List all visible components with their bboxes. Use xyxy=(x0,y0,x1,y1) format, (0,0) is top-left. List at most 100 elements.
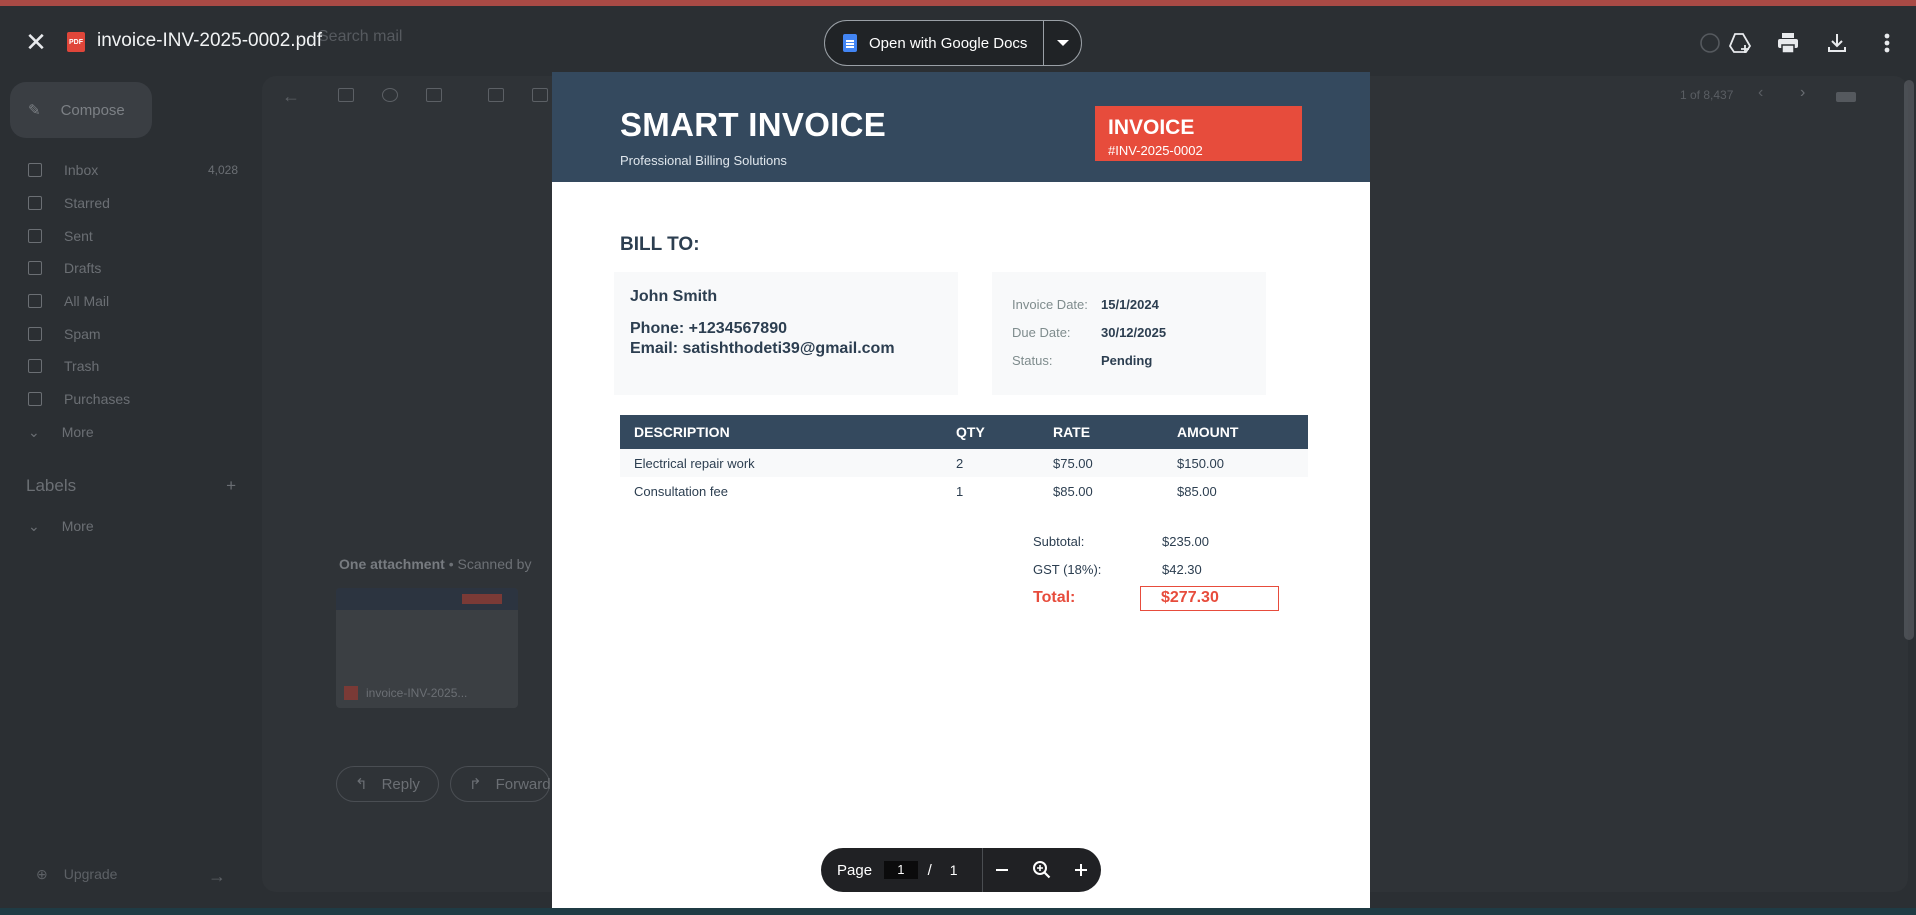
invoice-tagline: Professional Billing Solutions xyxy=(620,153,787,168)
trash-icon xyxy=(28,359,42,373)
add-to-drive-icon[interactable] xyxy=(1727,30,1753,56)
gst-row: GST (18%): $42.30 xyxy=(1033,561,1202,577)
total-row: Total: $277.30 xyxy=(1033,583,1308,613)
archive-icon[interactable] xyxy=(338,88,354,102)
chevron-down-icon: ⌄ xyxy=(28,423,40,440)
sidebar-item-drafts[interactable]: Drafts xyxy=(28,256,238,280)
add-label-icon[interactable]: + xyxy=(226,476,236,496)
pencil-icon: ✎ xyxy=(28,102,41,119)
customer-box: John Smith Phone: +1234567890 Email: sat… xyxy=(614,272,958,395)
draft-icon xyxy=(28,261,42,275)
page-total: 1 xyxy=(949,862,958,878)
attachment-thumbnail[interactable]: invoice-INV-2025... xyxy=(336,588,518,708)
delete-icon[interactable] xyxy=(426,88,442,102)
sidebar-item-trash[interactable]: Trash xyxy=(28,354,238,378)
help-icon[interactable] xyxy=(1697,30,1723,56)
column-qty: QTY xyxy=(956,424,985,440)
arrow-right-icon: → xyxy=(208,866,226,886)
column-amount: AMOUNT xyxy=(1177,424,1239,440)
keyboard-icon[interactable] xyxy=(1836,92,1856,102)
open-with-label: Open with Google Docs xyxy=(869,34,1028,52)
move-icon[interactable] xyxy=(532,88,548,102)
customer-name: John Smith xyxy=(630,288,718,305)
invoice-number: #INV-2025-0002 xyxy=(1108,143,1203,158)
pdf-page: SMART INVOICE Professional Billing Solut… xyxy=(552,72,1370,908)
upgrade-button[interactable]: ⊕ Upgrade → xyxy=(36,866,226,887)
table-row: Electrical repair work 2 $75.00 $150.00 xyxy=(620,449,1308,477)
open-with-google-docs-button[interactable]: Open with Google Docs xyxy=(825,21,1043,65)
sidebar-item-starred[interactable]: Starred xyxy=(28,191,238,215)
older-icon[interactable]: ‹ xyxy=(1758,84,1763,102)
caret-down-icon xyxy=(1056,40,1069,46)
subtotal-row: Subtotal: $235.00 xyxy=(1033,533,1209,549)
page-number-input[interactable]: 1 xyxy=(884,861,918,879)
labels-more[interactable]: ⌄ More xyxy=(28,514,238,538)
download-icon[interactable] xyxy=(1824,30,1850,56)
invoice-tag: INVOICE #INV-2025-0002 xyxy=(1095,106,1302,161)
back-arrow-icon[interactable]: ← xyxy=(282,86,300,107)
sidebar-item-more[interactable]: ⌄ More xyxy=(28,420,238,444)
open-with-dropdown[interactable] xyxy=(1044,21,1081,65)
compose-button[interactable]: ✎ Compose xyxy=(10,82,152,138)
table-header: DESCRIPTION QTY RATE AMOUNT xyxy=(620,415,1308,449)
plus-icon xyxy=(1075,864,1088,876)
newer-icon[interactable]: › xyxy=(1800,84,1805,102)
page-label: Page xyxy=(837,861,873,879)
sidebar-item-sent[interactable]: Sent xyxy=(28,224,238,248)
bill-to-heading: BILL TO: xyxy=(620,234,700,255)
meta-row-invoice-date: Invoice Date: 15/1/2024 xyxy=(1012,296,1159,312)
more-options-icon[interactable] xyxy=(1874,30,1900,56)
sidebar-item-spam[interactable]: Spam xyxy=(28,322,238,346)
zoom-reset-button[interactable] xyxy=(1022,848,1061,892)
reply-icon: ↰ xyxy=(355,776,368,793)
zoom-out-button[interactable] xyxy=(983,848,1022,892)
open-with-button-group: Open with Google Docs xyxy=(824,20,1082,66)
pagination-text: 1 of 8,437 xyxy=(1680,88,1734,102)
sidebar-item-purchases[interactable]: Purchases xyxy=(28,387,238,411)
invoice-meta-box: Invoice Date: 15/1/2024 Due Date: 30/12/20… xyxy=(992,272,1266,395)
compose-label: Compose xyxy=(60,101,125,119)
inbox-count: 4,028 xyxy=(207,163,238,177)
column-rate: RATE xyxy=(1053,424,1091,440)
invoice-header: SMART INVOICE Professional Billing Solut… xyxy=(552,72,1370,182)
labels-heading: Labels + xyxy=(26,476,236,496)
viewer-toolbar: ✕ PDF invoice-INV-2025-0002.pdf Open wit… xyxy=(0,6,1916,72)
customer-email: Email: satishthodeti39@gmail.com xyxy=(630,340,895,357)
mark-unread-icon[interactable] xyxy=(488,88,504,102)
column-description: DESCRIPTION xyxy=(634,424,730,440)
table-row: Consultation fee 1 $85.00 $85.00 xyxy=(634,483,1217,499)
inbox-icon xyxy=(28,163,42,177)
pdf-icon: PDF xyxy=(67,32,85,52)
forward-button[interactable]: ↱ Forward xyxy=(450,766,551,802)
scrollbar[interactable] xyxy=(1904,80,1914,640)
zoom-icon xyxy=(1032,861,1051,879)
upgrade-icon: ⊕ xyxy=(36,866,48,882)
file-name: invoice-INV-2025-0002.pdf xyxy=(97,30,322,51)
totals-block: Subtotal: $235.00 GST (18%): $42.30 Total:… xyxy=(1033,527,1308,613)
send-icon xyxy=(28,229,42,243)
taskbar-strip xyxy=(0,908,1916,915)
meta-row-status: Status: Pending xyxy=(1012,352,1153,368)
invoice-tag-title: INVOICE xyxy=(1108,116,1195,139)
meta-row-due-date: Due Date: 30/12/2025 xyxy=(1012,324,1167,340)
items-table: DESCRIPTION QTY RATE AMOUNT Electrical r… xyxy=(620,415,1308,505)
page-controls: Page 1 / 1 xyxy=(821,848,1101,892)
minus-icon xyxy=(996,869,1009,871)
sidebar-item-inbox[interactable]: Inbox 4,028 xyxy=(28,158,238,182)
pdf-icon xyxy=(344,686,358,700)
zoom-in-button[interactable] xyxy=(1062,848,1101,892)
star-icon xyxy=(28,196,42,210)
reply-button[interactable]: ↰ Reply xyxy=(336,766,439,802)
page-separator: / xyxy=(927,861,932,879)
forward-icon: ↱ xyxy=(469,776,482,793)
chevron-down-icon: ⌄ xyxy=(28,517,40,534)
sidebar-item-all-mail[interactable]: All Mail xyxy=(28,289,238,313)
mail-icon xyxy=(28,294,42,308)
customer-phone: Phone: +1234567890 xyxy=(630,320,787,337)
attachment-filename: invoice-INV-2025... xyxy=(344,686,467,700)
report-icon[interactable] xyxy=(382,88,398,102)
close-icon[interactable]: ✕ xyxy=(20,26,52,58)
attachment-heading: One attachment • Scanned by xyxy=(339,556,532,572)
print-icon[interactable] xyxy=(1775,30,1801,56)
google-docs-icon xyxy=(843,34,857,52)
